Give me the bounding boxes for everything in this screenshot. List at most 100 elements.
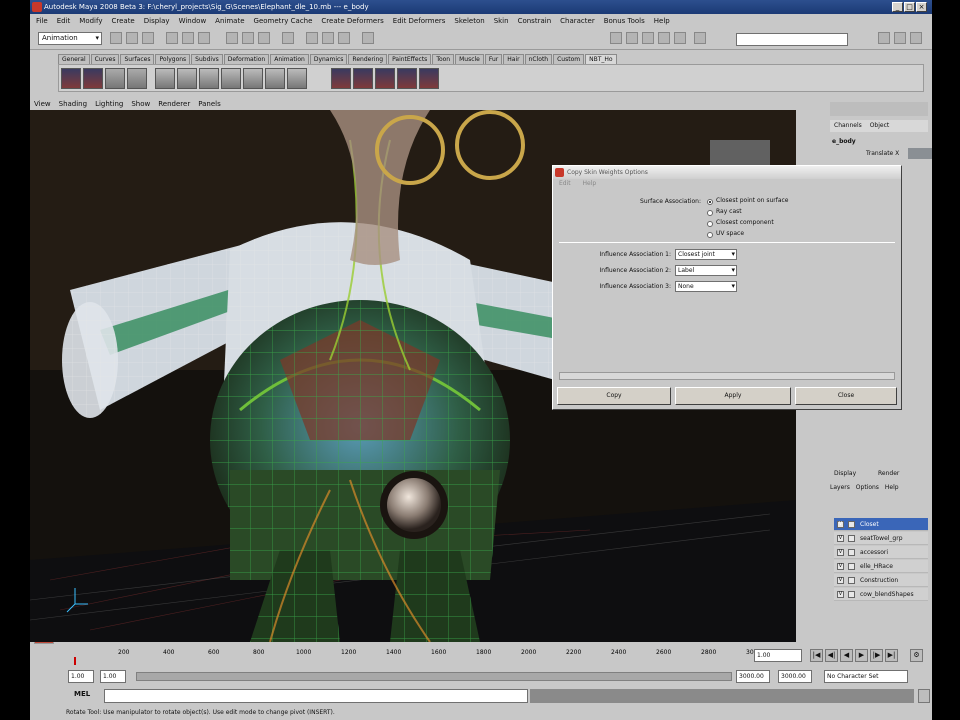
shelf-tab-general[interactable]: General xyxy=(58,54,90,64)
panel-menu-view[interactable]: View xyxy=(34,100,51,108)
play-backward-button[interactable]: ◀ xyxy=(840,649,853,662)
visibility-toggle[interactable]: V xyxy=(837,521,844,528)
menu-set-dropdown[interactable]: Animation xyxy=(38,32,102,45)
visibility-toggle[interactable]: V xyxy=(837,577,844,584)
select-object-icon[interactable] xyxy=(182,32,194,44)
surface-option-radio[interactable] xyxy=(707,221,713,227)
new-scene-icon[interactable] xyxy=(110,32,122,44)
sidebar-layer-icon[interactable] xyxy=(910,32,922,44)
go-to-end-button[interactable]: ▶| xyxy=(885,649,898,662)
surface-option-label[interactable]: Closest component xyxy=(716,219,774,226)
dialog-scrollbar[interactable] xyxy=(559,372,895,380)
menu-character[interactable]: Character xyxy=(560,17,595,25)
shelf-tool-icon[interactable] xyxy=(221,68,241,89)
panel-menu-renderer[interactable]: Renderer xyxy=(158,100,190,108)
menu-modify[interactable]: Modify xyxy=(79,17,102,25)
shelf-tool-icon[interactable] xyxy=(155,68,175,89)
copy-button[interactable]: Copy xyxy=(557,387,671,405)
shelf-tool-icon[interactable] xyxy=(287,68,307,89)
show-tool-settings-icon[interactable] xyxy=(626,32,638,44)
range-slider-bar[interactable] xyxy=(136,672,732,681)
range-inner-end-field[interactable]: 3000.00 xyxy=(736,670,770,683)
select-hierarchy-icon[interactable] xyxy=(166,32,178,44)
shelf-tab-deformation[interactable]: Deformation xyxy=(223,54,270,64)
visibility-toggle[interactable]: V xyxy=(837,549,844,556)
shelf-tool-icon[interactable] xyxy=(127,68,147,89)
shelf-tool-icon[interactable] xyxy=(375,68,395,89)
shelf-tab-dynamics[interactable]: Dynamics xyxy=(309,54,348,64)
shelf-tool-icon[interactable] xyxy=(397,68,417,89)
layer-tab-render[interactable]: Render xyxy=(878,470,899,477)
panel-menu-shading[interactable]: Shading xyxy=(59,100,87,108)
command-input[interactable] xyxy=(104,689,528,703)
reference-toggle[interactable] xyxy=(848,549,855,556)
animation-preferences-button[interactable]: ⚙ xyxy=(910,649,923,662)
shelf-tab-hair[interactable]: Hair xyxy=(503,54,524,64)
menu-create[interactable]: Create xyxy=(111,17,134,25)
menu-file[interactable]: File xyxy=(36,17,48,25)
menu-skin[interactable]: Skin xyxy=(494,17,509,25)
shelf-tool-icon[interactable] xyxy=(331,68,351,89)
surface-option-radio[interactable] xyxy=(707,232,713,238)
panel-menu-lighting[interactable]: Lighting xyxy=(95,100,123,108)
current-frame-field[interactable]: 1.00 xyxy=(754,649,802,662)
menu-edit-deformers[interactable]: Edit Deformers xyxy=(393,17,446,25)
shelf-tool-icon[interactable] xyxy=(199,68,219,89)
layer-menu-layers[interactable]: Layers xyxy=(830,484,850,491)
menu-bonus-tools[interactable]: Bonus Tools xyxy=(604,17,645,25)
panel-menu-panels[interactable]: Panels xyxy=(198,100,221,108)
influence-association-1-dropdown[interactable]: Closest joint xyxy=(675,249,737,260)
layer-row[interactable]: VseatTowel_grp xyxy=(834,532,928,545)
menu-geometry-cache[interactable]: Geometry Cache xyxy=(254,17,313,25)
mel-label[interactable]: MEL xyxy=(74,690,90,698)
shelf-tab-custom[interactable]: Custom xyxy=(553,54,585,64)
range-inner-start-field[interactable]: 1.00 xyxy=(100,670,126,683)
reference-toggle[interactable] xyxy=(848,577,855,584)
visibility-toggle[interactable]: V xyxy=(837,563,844,570)
reference-toggle[interactable] xyxy=(848,521,855,528)
channel-value-field[interactable] xyxy=(908,148,932,159)
shelf-tool-icon[interactable] xyxy=(61,68,81,89)
close-dialog-button[interactable]: Close xyxy=(795,387,897,405)
layer-row[interactable]: Vcow_blendShapes xyxy=(834,588,928,601)
layer-row[interactable]: Vaccessori xyxy=(834,546,928,559)
shelf-tab-toon[interactable]: Toon xyxy=(432,54,455,64)
menu-constrain[interactable]: Constrain xyxy=(518,17,552,25)
shelf-tool-icon[interactable] xyxy=(419,68,439,89)
shelf-tab-muscle[interactable]: Muscle xyxy=(455,54,484,64)
layer-row[interactable]: Velle_HRace xyxy=(834,560,928,573)
surface-option-radio[interactable] xyxy=(707,199,713,205)
sidebar-channel-icon[interactable] xyxy=(894,32,906,44)
panel-menu-show[interactable]: Show xyxy=(131,100,150,108)
time-slider[interactable]: 200 400 600 800 1000 1200 1400 1600 1800… xyxy=(60,645,932,667)
shelf-tool-icon[interactable] xyxy=(177,68,197,89)
surface-option-radio[interactable] xyxy=(707,210,713,216)
apply-button[interactable]: Apply xyxy=(675,387,791,405)
current-time-indicator[interactable] xyxy=(74,657,76,665)
save-scene-icon[interactable] xyxy=(142,32,154,44)
reference-toggle[interactable] xyxy=(848,563,855,570)
step-back-button[interactable]: ◀| xyxy=(825,649,838,662)
show-layer-editor-icon[interactable] xyxy=(658,32,670,44)
render-settings-icon[interactable] xyxy=(338,32,350,44)
shelf-tool-icon[interactable] xyxy=(83,68,103,89)
visibility-toggle[interactable]: V xyxy=(837,535,844,542)
open-scene-icon[interactable] xyxy=(126,32,138,44)
render-icon[interactable] xyxy=(306,32,318,44)
quick-select-field[interactable] xyxy=(736,33,848,46)
reference-toggle[interactable] xyxy=(848,591,855,598)
menu-display[interactable]: Display xyxy=(144,17,170,25)
history-icon[interactable] xyxy=(282,32,294,44)
menu-help[interactable]: Help xyxy=(654,17,670,25)
tab-object[interactable]: Object xyxy=(870,122,890,129)
surface-option-label[interactable]: Closest point on surface xyxy=(716,197,789,204)
dialog-menu-help[interactable]: Help xyxy=(583,180,597,187)
shelf-tab-subdivs[interactable]: Subdivs xyxy=(191,54,223,64)
shelf-tool-icon[interactable] xyxy=(353,68,373,89)
influence-association-3-dropdown[interactable]: None xyxy=(675,281,737,292)
minimize-button[interactable]: _ xyxy=(892,2,903,12)
shelf-tool-icon[interactable] xyxy=(243,68,263,89)
shelf-tab-ncloth[interactable]: nCloth xyxy=(524,54,553,64)
layer-menu-help[interactable]: Help xyxy=(885,484,899,491)
influence-association-2-dropdown[interactable]: Label xyxy=(675,265,737,276)
